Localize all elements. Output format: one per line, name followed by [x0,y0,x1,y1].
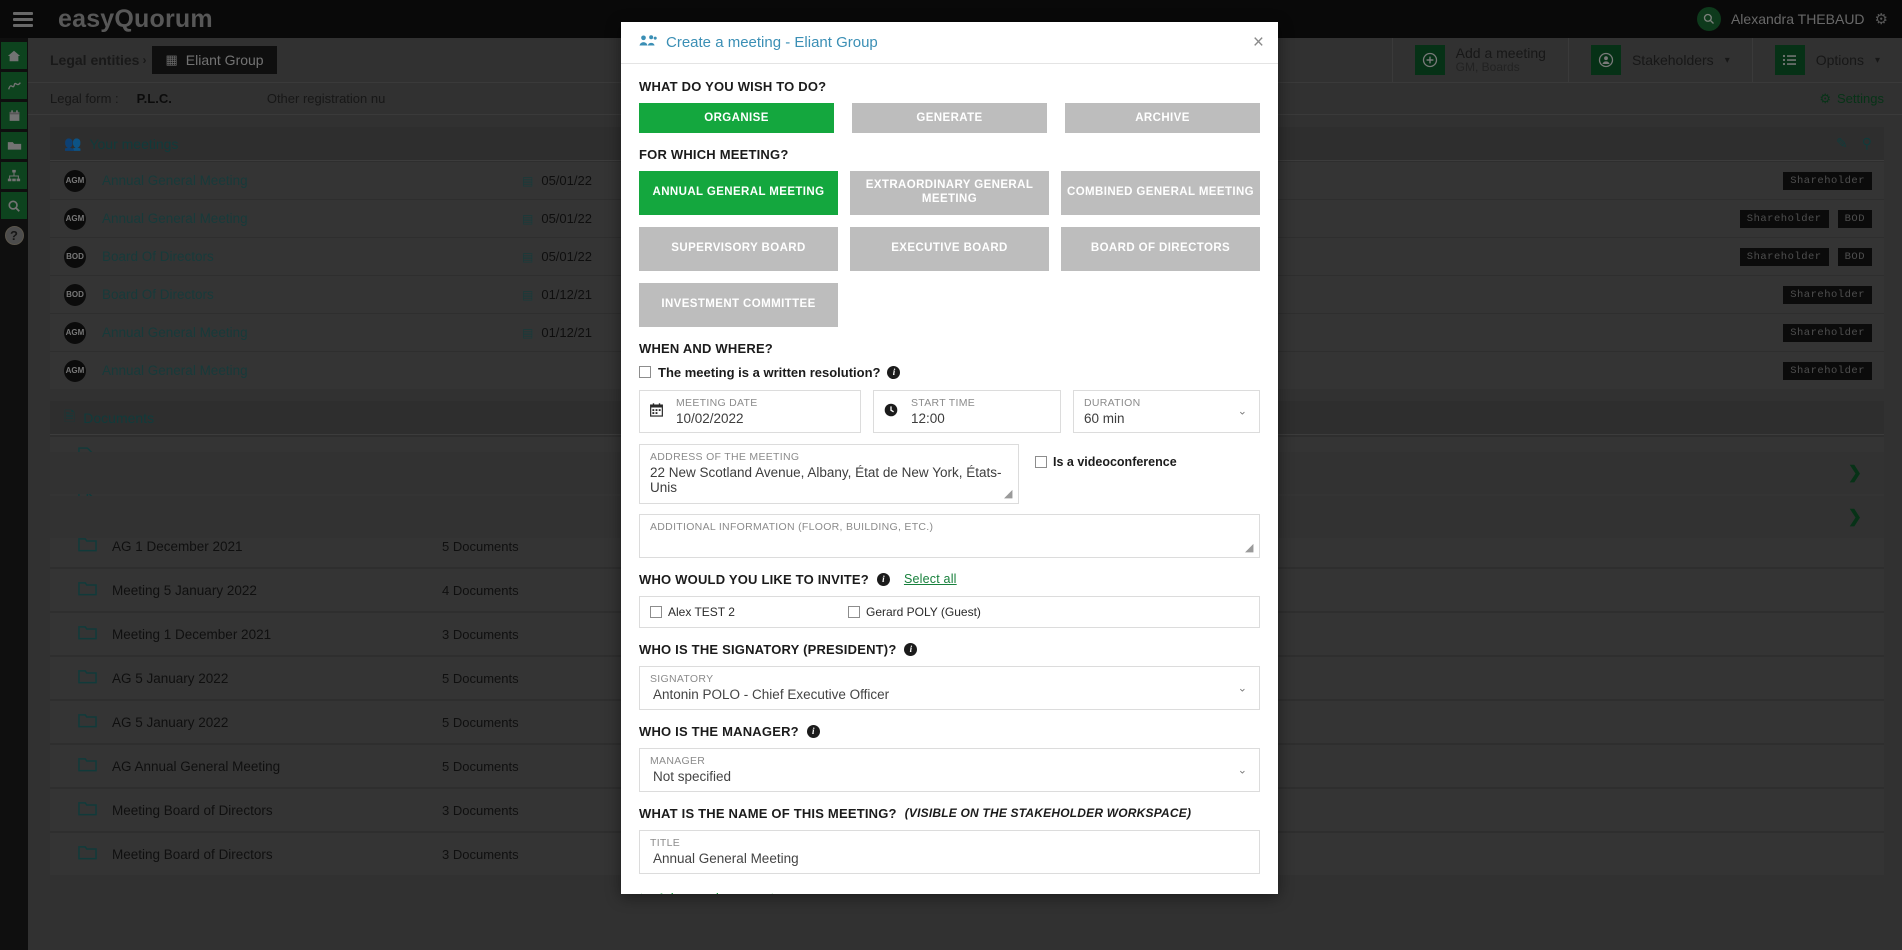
signatory-question-text: WHO IS THE SIGNATORY (PRESIDENT)? [639,642,896,657]
triangle-right-icon: ▶ [641,892,649,894]
datetime-row: MEETING DATE 10/02/2022 START TIME 12:00… [639,390,1260,433]
meeting-type-executive-board[interactable]: EXECUTIVE BOARD [850,227,1049,271]
question-for-which-meeting: FOR WHICH MEETING? [639,147,1260,162]
address-row: ADDRESS OF THE MEETING 22 New Scotland A… [639,444,1260,504]
manager-select[interactable]: MANAGER Not specified ⌄ [639,748,1260,792]
meeting-name-note: (VISIBLE ON THE STAKEHOLDER WORKSPACE) [905,806,1192,820]
meeting-type-extraordinary-general-meeting[interactable]: EXTRAORDINARY GENERAL MEETING [850,171,1049,215]
modal-body: WHAT DO YOU WISH TO DO? ORGANISE GENERATE… [621,64,1278,894]
question-when-and-where: WHEN AND WHERE? [639,341,1260,356]
additional-information-field[interactable]: ADDITIONAL INFORMATION (FLOOR, BUILDING,… [639,514,1260,558]
start-time-field[interactable]: START TIME 12:00 [873,390,1061,433]
duration-select[interactable]: DURATION 60 min ⌄ [1073,390,1260,433]
title-label: TITLE [650,837,1249,849]
meeting-type-combined-general-meeting[interactable]: COMBINED GENERAL MEETING [1061,171,1260,215]
manager-value: Not specified [650,769,1249,784]
signatory-label: SIGNATORY [650,673,1249,685]
invitee-checkbox[interactable] [848,606,860,618]
question-what-do-you-wish-to-do: WHAT DO YOU WISH TO DO? [639,79,1260,94]
additional-information-label: ADDITIONAL INFORMATION (FLOOR, BUILDING,… [650,521,1249,533]
action-button-group: ORGANISE GENERATE ARCHIVE [639,103,1260,133]
meeting-type-group: ANNUAL GENERAL MEETING EXTRAORDINARY GENE… [639,171,1260,327]
written-resolution-row: The meeting is a written resolution? i [639,365,1260,380]
info-icon[interactable]: i [877,573,890,586]
action-button-organise[interactable]: ORGANISE [639,103,834,133]
resize-handle-icon[interactable]: ◢ [1004,489,1016,501]
info-icon[interactable]: i [904,643,917,656]
meeting-type-investment-committee[interactable]: INVESTMENT COMMITTEE [639,283,838,327]
chevron-down-icon: ⌄ [1238,405,1247,418]
invitee-item[interactable]: Gerard POLY (Guest) [848,605,1046,619]
action-button-archive[interactable]: ARCHIVE [1065,103,1260,133]
written-resolution-label: The meeting is a written resolution? [658,365,880,380]
meeting-name-question-text: WHAT IS THE NAME OF THIS MEETING? [639,806,897,821]
group-icon [639,34,657,51]
title-value: Annual General Meeting [650,851,1249,866]
meeting-type-supervisory-board[interactable]: SUPERVISORY BOARD [639,227,838,271]
info-icon[interactable]: i [807,725,820,738]
clock-icon [884,403,898,420]
start-time-value: 12:00 [911,411,975,426]
question-meeting-name: WHAT IS THE NAME OF THIS MEETING? (VISIB… [639,806,1260,821]
duration-label: DURATION [1084,397,1249,409]
meeting-type-annual-general-meeting[interactable]: ANNUAL GENERAL MEETING [639,171,838,215]
videoconference-row: Is a videoconference [1035,444,1177,469]
meeting-date-label: MEETING DATE [676,397,758,409]
meeting-date-value: 10/02/2022 [676,411,758,426]
invitees-list: Alex TEST 2 Gerard POLY (Guest) [639,596,1260,628]
select-all-link[interactable]: Select all [904,572,957,586]
start-time-label: START TIME [911,397,975,409]
create-meeting-modal: Create a meeting - Eliant Group × WHAT D… [621,22,1278,894]
signatory-value: Antonin POLO - Chief Executive Officer [650,687,1249,702]
modal-header: Create a meeting - Eliant Group × [621,22,1278,64]
close-icon[interactable]: × [1253,33,1264,52]
address-field[interactable]: ADDRESS OF THE MEETING 22 New Scotland A… [639,444,1019,504]
chevron-down-icon: ⌄ [1238,681,1247,694]
advanced-parameters-label: Advanced parameters [657,890,794,894]
videoconference-checkbox[interactable] [1035,456,1047,468]
signatory-select[interactable]: SIGNATORY Antonin POLO - Chief Executive… [639,666,1260,710]
written-resolution-checkbox[interactable] [639,366,651,378]
duration-value: 60 min [1084,411,1249,426]
invitee-name: Gerard POLY (Guest) [866,605,981,619]
question-who-to-invite: WHO WOULD YOU LIKE TO INVITE? i Select a… [639,572,1260,587]
manager-question-text: WHO IS THE MANAGER? [639,724,799,739]
info-icon[interactable]: i [887,366,900,379]
meeting-date-field[interactable]: MEETING DATE 10/02/2022 [639,390,861,433]
calendar-icon [650,403,663,420]
resize-handle-icon[interactable]: ◢ [1245,543,1257,555]
videoconference-label: Is a videoconference [1053,455,1177,469]
action-button-generate[interactable]: GENERATE [852,103,1047,133]
chevron-down-icon: ⌄ [1238,763,1247,776]
modal-title-text: Create a meeting - Eliant Group [666,34,878,51]
address-value: 22 New Scotland Avenue, Albany, État de … [650,465,1008,495]
invite-question-text: WHO WOULD YOU LIKE TO INVITE? [639,572,869,587]
address-label: ADDRESS OF THE MEETING [650,451,1008,463]
advanced-parameters-toggle[interactable]: ▶ Advanced parameters [641,890,1260,894]
question-signatory: WHO IS THE SIGNATORY (PRESIDENT)? i [639,642,1260,657]
question-manager: WHO IS THE MANAGER? i [639,724,1260,739]
invitee-item[interactable]: Alex TEST 2 [650,605,848,619]
title-field[interactable]: TITLE Annual General Meeting [639,830,1260,874]
manager-label: MANAGER [650,755,1249,767]
meeting-type-board-of-directors[interactable]: BOARD OF DIRECTORS [1061,227,1260,271]
invitee-checkbox[interactable] [650,606,662,618]
invitee-name: Alex TEST 2 [668,605,735,619]
